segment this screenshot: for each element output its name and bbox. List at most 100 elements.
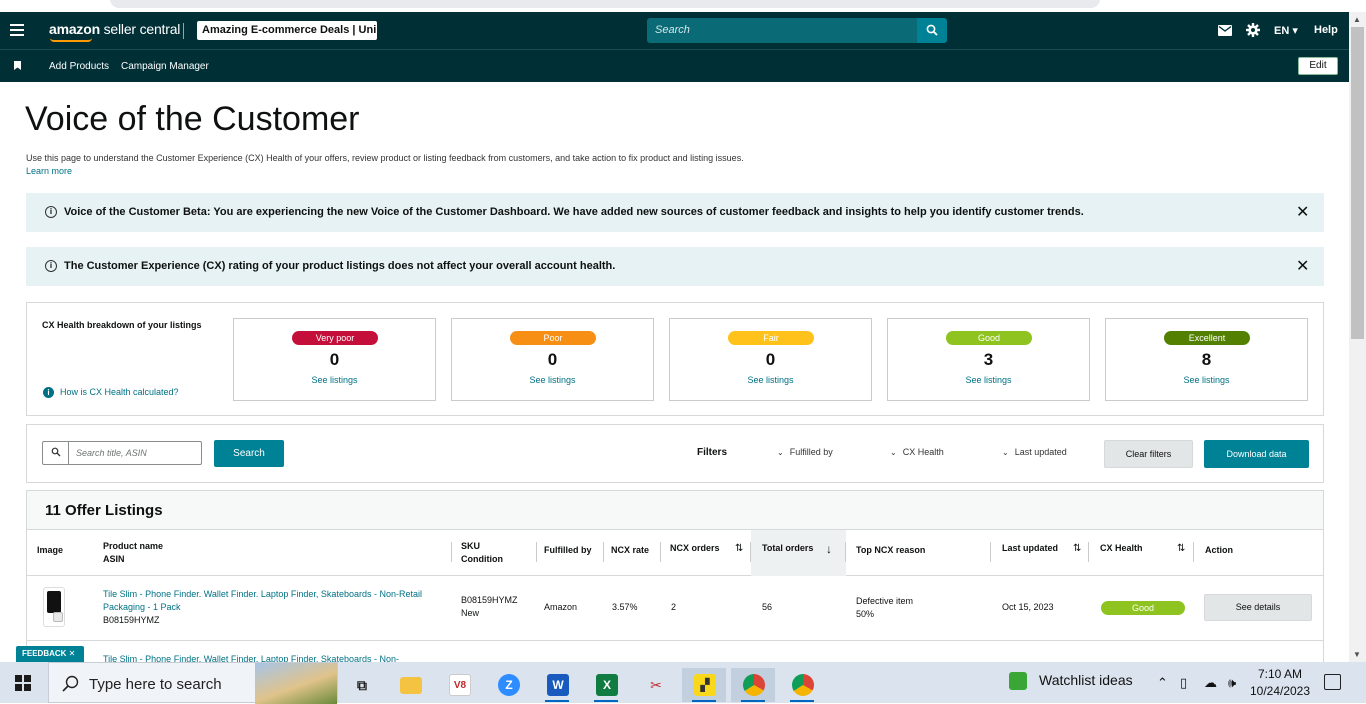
fulfilled-by: Amazon [544, 602, 578, 612]
edit-bookmarks-button[interactable]: Edit [1298, 57, 1338, 75]
col-sku: SKU Condition [452, 530, 537, 576]
search-icon [62, 675, 79, 692]
windows-start-icon[interactable] [15, 675, 31, 691]
close-icon[interactable]: ✕ [1296, 202, 1309, 222]
word-icon[interactable]: W [535, 668, 579, 702]
download-data-button[interactable]: Download data [1204, 440, 1309, 468]
column-headers: Image Product name ASIN SKU Condition Fulf… [27, 530, 1323, 576]
bookmark-icon[interactable] [14, 61, 21, 70]
alert-message: Voice of the Customer Beta: You are expe… [64, 206, 1084, 218]
table-row: Tile Slim - Phone Finder. Wallet Finder.… [27, 577, 1323, 641]
cx-card-excellent: Excellent 8 See listings [1105, 318, 1308, 401]
file-explorer-icon[interactable] [388, 668, 432, 702]
excel-icon[interactable]: X [584, 668, 628, 702]
clear-filters-button[interactable]: Clear filters [1104, 440, 1193, 468]
taskbar-search[interactable]: Type here to search [48, 662, 338, 704]
col-product-name: Product name ASIN [94, 530, 452, 576]
listing-count: 0 [329, 350, 340, 369]
cx-health-breakdown: CX Health breakdown of your listings i Ho… [26, 302, 1324, 416]
taskbar: Type here to search ⧉ V8 Z W X ✂ ▞ Watch… [0, 662, 1366, 704]
device-icon[interactable]: ▯ [1180, 675, 1187, 691]
store-selector[interactable]: Amazing E-commerce Deals | Uni... [197, 21, 377, 40]
brand-logo[interactable]: amazon seller central [49, 21, 180, 37]
col-cx-health[interactable]: CX Health ⇅ [1089, 530, 1194, 576]
see-listings-link[interactable]: See listings [670, 375, 871, 385]
info-icon: i [45, 260, 57, 272]
chevron-up-icon[interactable]: ⌃ [1157, 675, 1168, 691]
cx-health-help-link[interactable]: i How is CX Health calculated? [43, 387, 179, 398]
listing-search-input[interactable]: Search title, ASIN [42, 441, 202, 465]
last-updated-dropdown[interactable]: ⌄ Last updated [1002, 447, 1067, 457]
browser-tabstrip [0, 0, 1366, 12]
global-search-button[interactable] [917, 18, 947, 43]
chrome-profile-icon[interactable] [780, 668, 824, 702]
see-details-button[interactable]: See details [1204, 594, 1312, 621]
listing-count: 0 [765, 350, 776, 369]
cx-health-dropdown[interactable]: ⌄ CX Health [890, 447, 944, 457]
cx-rating-alert: i The Customer Experience (CX) rating of… [26, 247, 1324, 286]
see-listings-link[interactable]: See listings [1106, 375, 1307, 385]
address-bar[interactable] [110, 0, 1100, 8]
mail-icon[interactable] [1218, 25, 1232, 36]
fulfilled-by-dropdown[interactable]: ⌄ Fulfilled by [777, 447, 833, 457]
settings-gear-icon[interactable] [1246, 23, 1260, 37]
chevron-down-icon: ⌄ [777, 448, 784, 457]
page-scrollbar[interactable]: ▲ ▼ [1349, 12, 1366, 662]
see-listings-link[interactable]: See listings [888, 375, 1089, 385]
alert-message: The Customer Experience (CX) rating of y… [64, 260, 616, 272]
see-listings-link[interactable]: See listings [452, 375, 653, 385]
zoom-icon[interactable]: Z [486, 668, 530, 702]
cx-card-poor: Poor 0 See listings [451, 318, 654, 401]
watchlist-widget[interactable]: Watchlist ideas [1009, 672, 1133, 691]
feedback-tab[interactable]: FEEDBACK ✕ [16, 646, 84, 662]
listing-count: 0 [547, 350, 558, 369]
status-badge: Very poor [292, 331, 378, 345]
search-icon [926, 24, 938, 36]
close-icon[interactable]: ✕ [1296, 256, 1309, 276]
help-link[interactable]: Help [1314, 24, 1338, 36]
beta-alert: i Voice of the Customer Beta: You are ex… [26, 193, 1324, 232]
info-icon: i [45, 206, 57, 218]
chrome-icon[interactable] [731, 668, 775, 702]
scrollbar-thumb[interactable] [1351, 27, 1364, 339]
learn-more-link[interactable]: Learn more [26, 166, 72, 176]
sort-icon[interactable]: ⇅ [1073, 543, 1081, 554]
listing-count: 8 [1201, 350, 1212, 369]
bookmark-bar: Add Products Campaign Manager Edit [0, 49, 1349, 82]
notification-icon[interactable] [1324, 674, 1341, 690]
page-title: Voice of the Customer [25, 100, 360, 138]
cx-card-good: Good 3 See listings [887, 318, 1090, 401]
menu-icon[interactable] [10, 24, 24, 36]
col-total-orders[interactable]: Total orders ↓ [751, 530, 846, 576]
see-listings-link[interactable]: See listings [234, 375, 435, 385]
col-image: Image [37, 545, 64, 555]
nav-add-products[interactable]: Add Products [49, 61, 109, 72]
col-action: Action [1205, 545, 1233, 555]
sort-icon[interactable]: ⇅ [735, 543, 743, 554]
status-badge: Poor [510, 331, 596, 345]
system-clock[interactable]: 7:10 AM 10/24/2023 [1248, 666, 1312, 700]
col-last-updated[interactable]: Last updated ⇅ [991, 530, 1089, 576]
sort-icon[interactable]: ⇅ [1177, 543, 1185, 554]
search-button[interactable]: Search [214, 440, 284, 467]
cx-card-very-poor: Very poor 0 See listings [233, 318, 436, 401]
volume-icon[interactable]: 🕪 [1228, 675, 1236, 691]
product-image[interactable] [43, 587, 65, 627]
sort-descending-icon[interactable]: ↓ [826, 542, 832, 556]
nav-campaign-manager[interactable]: Campaign Manager [121, 61, 209, 72]
sticky-notes-icon[interactable]: ▞ [682, 668, 726, 702]
snipping-tool-icon[interactable]: ✂ [633, 668, 677, 702]
task-view-icon[interactable]: ⧉ [339, 668, 383, 702]
app-icon[interactable]: V8 [437, 668, 481, 702]
filter-bar: Search title, ASIN Search Filters ⌄ Fulfi… [26, 424, 1324, 483]
scroll-up-icon[interactable]: ▲ [1353, 15, 1361, 24]
offer-listings-table: 11 Offer Listings Image Product name ASIN… [26, 490, 1324, 670]
product-name-link[interactable]: Tile Slim - Phone Finder. Wallet Finder.… [103, 588, 433, 614]
col-ncx-orders[interactable]: NCX orders ⇅ [661, 530, 751, 576]
global-search-input[interactable]: Search [647, 18, 919, 43]
language-selector[interactable]: EN ▾ [1274, 24, 1298, 37]
scroll-down-icon[interactable]: ▼ [1353, 650, 1361, 659]
info-icon: i [43, 387, 54, 398]
cloud-icon[interactable]: ☁ [1204, 675, 1217, 691]
cx-health-title: CX Health breakdown of your listings [42, 320, 202, 330]
